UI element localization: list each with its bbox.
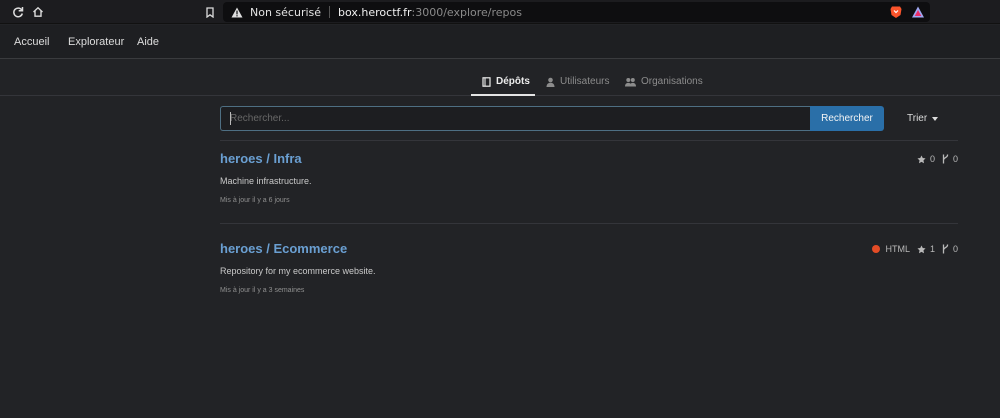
- sort-dropdown[interactable]: Trier: [907, 113, 939, 124]
- repo-description: Repository for my ecommerce website.: [220, 266, 376, 276]
- brave-rewards-icon[interactable]: [911, 5, 925, 19]
- explore-tabs: Dépôts Utilisateurs Organisations: [0, 59, 1000, 96]
- language-label: HTML: [885, 244, 910, 254]
- sort-label: Trier: [907, 113, 928, 124]
- star-count-value: 0: [929, 154, 935, 164]
- address-separator: [329, 6, 331, 18]
- url-host: box.heroctf.fr: [338, 5, 412, 19]
- repo-stats: HTML 1 0: [865, 244, 958, 254]
- active-tab-indicator: [471, 94, 535, 96]
- fork-icon: [942, 154, 949, 164]
- brave-shield-icon[interactable]: [889, 5, 903, 19]
- app-navbar: Accueil Explorateur Aide: [0, 25, 1000, 59]
- user-icon: [546, 77, 555, 87]
- tab-repositories-label: Dépôts: [496, 76, 530, 87]
- nav-help-link[interactable]: Aide: [137, 36, 159, 48]
- tab-users-label: Utilisateurs: [560, 76, 610, 87]
- fork-count-value: 0: [952, 244, 958, 254]
- home-icon[interactable]: [30, 4, 46, 20]
- url-path: :3000/explore/repos: [411, 5, 523, 19]
- star-count-value: 1: [929, 244, 935, 254]
- browser-toolbar: Non sécurisé box.heroctf.fr:3000/explore…: [0, 0, 1000, 24]
- repo-language: HTML: [872, 244, 910, 254]
- text-cursor: [230, 112, 231, 125]
- repo-title-link[interactable]: heroes / Infra: [220, 151, 302, 166]
- caret-down-icon: [932, 116, 939, 121]
- list-divider: [220, 140, 958, 141]
- repo-description: Machine infrastructure.: [220, 176, 312, 186]
- search-button[interactable]: Rechercher: [810, 106, 884, 131]
- fork-count[interactable]: 0: [942, 154, 958, 164]
- fork-count-value: 0: [952, 154, 958, 164]
- repo-stats: 0 0: [910, 154, 958, 164]
- bookmark-icon[interactable]: [203, 4, 217, 20]
- repo-item: heroes / Infra Machine infrastructure. M…: [220, 151, 958, 221]
- insecure-label[interactable]: Non sécurisé: [250, 6, 321, 19]
- language-color-dot: [872, 245, 881, 253]
- star-icon: [917, 244, 926, 253]
- repo-title-link[interactable]: heroes / Ecommerce: [220, 241, 347, 256]
- tab-organizations[interactable]: Organisations: [625, 76, 703, 87]
- tab-organizations-label: Organisations: [641, 76, 703, 87]
- search-input[interactable]: [220, 106, 811, 131]
- fork-icon: [942, 244, 949, 254]
- fork-count[interactable]: 0: [942, 244, 958, 254]
- star-count[interactable]: 0: [917, 154, 935, 164]
- repo-item: heroes / Ecommerce Repository for my eco…: [220, 241, 958, 311]
- warning-icon: [231, 6, 244, 18]
- star-count[interactable]: 1: [917, 244, 935, 254]
- book-icon: [482, 76, 491, 87]
- reload-icon[interactable]: [10, 4, 26, 20]
- nav-explore-link[interactable]: Explorateur: [68, 36, 124, 48]
- tab-users[interactable]: Utilisateurs: [546, 76, 609, 87]
- nav-home-link[interactable]: Accueil: [14, 36, 49, 48]
- tab-repositories[interactable]: Dépôts: [482, 76, 530, 87]
- repo-updated-time: Mis à jour il y a 3 semaines: [220, 287, 305, 294]
- repo-updated-time: Mis à jour il y a 6 jours: [220, 197, 290, 204]
- star-icon: [917, 154, 926, 163]
- organization-icon: [625, 77, 636, 87]
- list-divider: [220, 223, 958, 224]
- address-bar[interactable]: Non sécurisé box.heroctf.fr:3000/explore…: [223, 2, 930, 22]
